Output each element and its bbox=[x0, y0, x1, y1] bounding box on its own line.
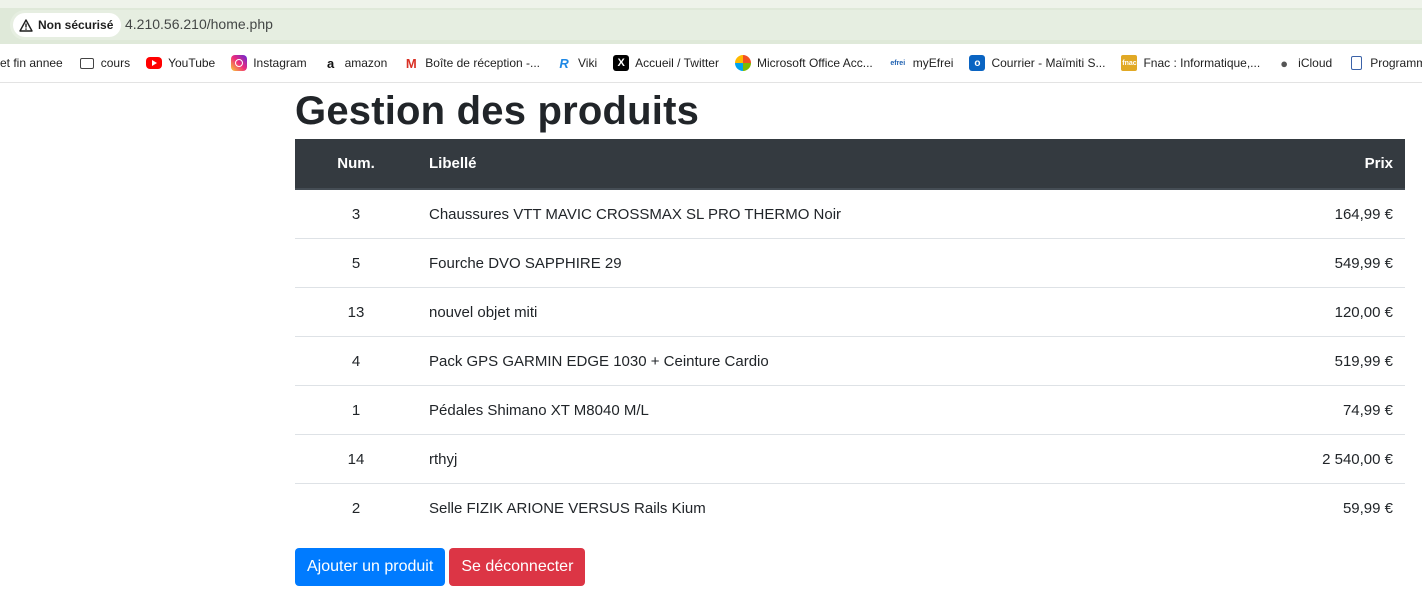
column-header-price[interactable]: Prix bbox=[1228, 139, 1405, 190]
cell-price: 59,99 € bbox=[1342, 499, 1393, 517]
bookmark-label: amazon bbox=[344, 56, 388, 70]
bookmark-microsoft-office[interactable]: Microsoft Office Acc... bbox=[727, 51, 881, 75]
bookmark-amazon[interactable]: a amazon bbox=[315, 51, 396, 75]
bookmark-label: Fnac : Informatique,... bbox=[1143, 56, 1261, 70]
cell-num: 1 bbox=[295, 385, 417, 435]
table-row: 3 Chaussures VTT MAVIC CROSSMAX SL PRO T… bbox=[295, 189, 1405, 239]
bookmark-label: et fin annee bbox=[0, 56, 63, 70]
bookmark-viki[interactable]: R Viki bbox=[548, 51, 605, 75]
bookmark-label: Instagram bbox=[253, 56, 307, 70]
bookmark-label: Boîte de réception -... bbox=[425, 56, 541, 70]
cell-price: 120,00 € bbox=[1228, 287, 1405, 337]
cell-num: 2 bbox=[351, 499, 361, 517]
cell-label: Chaussures VTT MAVIC CROSSMAX SL PRO THE… bbox=[417, 189, 1229, 239]
bookmark-label: Courrier - Maïmiti S... bbox=[991, 56, 1106, 70]
bookmark-programm[interactable]: Programm bbox=[1340, 51, 1422, 75]
cell-label: Pack GPS GARMIN EDGE 1030 + Ceinture Car… bbox=[417, 336, 1229, 386]
fnac-icon: fnac bbox=[1121, 55, 1138, 71]
security-label: Non sécurisé bbox=[38, 18, 114, 32]
cell-num: 3 bbox=[295, 189, 417, 239]
cell-label: rthyj bbox=[417, 434, 1229, 484]
cell-price: 74,99 € bbox=[1228, 385, 1405, 435]
cell-num: 4 bbox=[295, 336, 417, 386]
table-row: 2 Selle FIZIK ARIONE VERSUS Rails Kium 5… bbox=[295, 484, 1405, 533]
bookmark-cours[interactable]: cours bbox=[71, 51, 138, 75]
cell-label: nouvel objet miti bbox=[417, 287, 1229, 337]
bookmark-label: Viki bbox=[578, 56, 598, 70]
column-header-label[interactable]: Libellé bbox=[417, 139, 1229, 190]
table-row: 4 Pack GPS GARMIN EDGE 1030 + Ceinture C… bbox=[295, 336, 1405, 386]
table-header-row: Num. Libellé Prix bbox=[295, 139, 1405, 190]
folder-icon bbox=[79, 55, 95, 71]
instagram-icon bbox=[231, 55, 248, 71]
bookmark-icloud[interactable]: ● iCloud bbox=[1268, 51, 1340, 75]
bookmark-outlook[interactable]: o Courrier - Maïmiti S... bbox=[961, 51, 1113, 75]
url-text[interactable]: 4.210.56.210/home.php bbox=[125, 16, 273, 32]
cell-price: 549,99 € bbox=[1228, 238, 1405, 288]
bookmark-label: Programm bbox=[1370, 56, 1422, 70]
bookmark-label: YouTube bbox=[168, 56, 216, 70]
microsoft-office-icon bbox=[734, 55, 751, 71]
bookmark-youtube[interactable]: YouTube bbox=[138, 51, 223, 75]
bookmark-label: cours bbox=[100, 56, 131, 70]
cell-label: Selle FIZIK ARIONE VERSUS Rails Kium bbox=[429, 499, 706, 517]
action-buttons: Ajouter un produit Se déconnecter bbox=[295, 548, 1405, 586]
gmail-icon: M bbox=[405, 55, 417, 71]
bookmark-gmail[interactable]: M Boîte de réception -... bbox=[395, 51, 548, 75]
address-bar: Non sécurisé 4.210.56.210/home.php bbox=[0, 0, 1422, 44]
page-title: Gestion des produits bbox=[295, 89, 700, 133]
column-header-num[interactable]: Num. bbox=[295, 139, 417, 190]
bookmark-fin-annee[interactable]: et fin annee bbox=[0, 51, 71, 75]
cell-num: 13 bbox=[295, 287, 417, 337]
bookmark-label: myEfrei bbox=[912, 56, 954, 70]
bookmark-label: iCloud bbox=[1298, 56, 1333, 70]
table-row: 1 Pédales Shimano XT M8040 M/L 74,99 € bbox=[295, 385, 1405, 435]
tab-strip-edge bbox=[0, 0, 1422, 8]
main-content: Gestion des produits Num. Libellé Prix 3… bbox=[295, 83, 1405, 586]
cell-label: Pédales Shimano XT M8040 M/L bbox=[417, 385, 1229, 435]
x-twitter-icon: X bbox=[613, 55, 630, 71]
table-row: 14 rthyj 2 540,00 € bbox=[295, 434, 1405, 484]
efrei-icon: efrei bbox=[890, 59, 906, 67]
table-row: 13 nouvel objet miti 120,00 € bbox=[295, 287, 1405, 337]
outlook-icon: o bbox=[969, 55, 986, 71]
bookmark-myefrei[interactable]: efrei myEfrei bbox=[881, 51, 962, 75]
security-chip[interactable]: Non sécurisé bbox=[13, 13, 122, 37]
bookmark-twitter[interactable]: X Accueil / Twitter bbox=[605, 51, 727, 75]
cell-num: 5 bbox=[295, 238, 417, 288]
viki-icon: R bbox=[559, 55, 569, 71]
amazon-icon: a bbox=[326, 55, 335, 71]
bookmark-label: Accueil / Twitter bbox=[635, 56, 719, 70]
cell-price: 2 540,00 € bbox=[1228, 434, 1405, 484]
cell-price: 164,99 € bbox=[1228, 189, 1405, 239]
products-table: Num. Libellé Prix 3 Chaussures VTT MAVIC… bbox=[295, 139, 1405, 532]
bookmark-label: Microsoft Office Acc... bbox=[756, 56, 873, 70]
warning-icon bbox=[19, 18, 33, 32]
cell-label: Fourche DVO SAPPHIRE 29 bbox=[417, 238, 1229, 288]
bookmarks-bar: et fin annee cours YouTube Instagram a a… bbox=[0, 44, 1422, 83]
bookmark-fnac[interactable]: fnac Fnac : Informatique,... bbox=[1113, 51, 1268, 75]
apple-icon: ● bbox=[1280, 55, 1289, 71]
youtube-icon bbox=[146, 55, 163, 71]
add-product-button[interactable]: Ajouter un produit bbox=[295, 548, 446, 586]
cell-price: 519,99 € bbox=[1228, 336, 1405, 386]
table-row: 5 Fourche DVO SAPPHIRE 29 549,99 € bbox=[295, 238, 1405, 288]
cell-num: 14 bbox=[295, 434, 417, 484]
bookmark-instagram[interactable]: Instagram bbox=[223, 51, 314, 75]
logout-button[interactable]: Se déconnecter bbox=[449, 548, 586, 586]
document-icon bbox=[1348, 55, 1364, 71]
